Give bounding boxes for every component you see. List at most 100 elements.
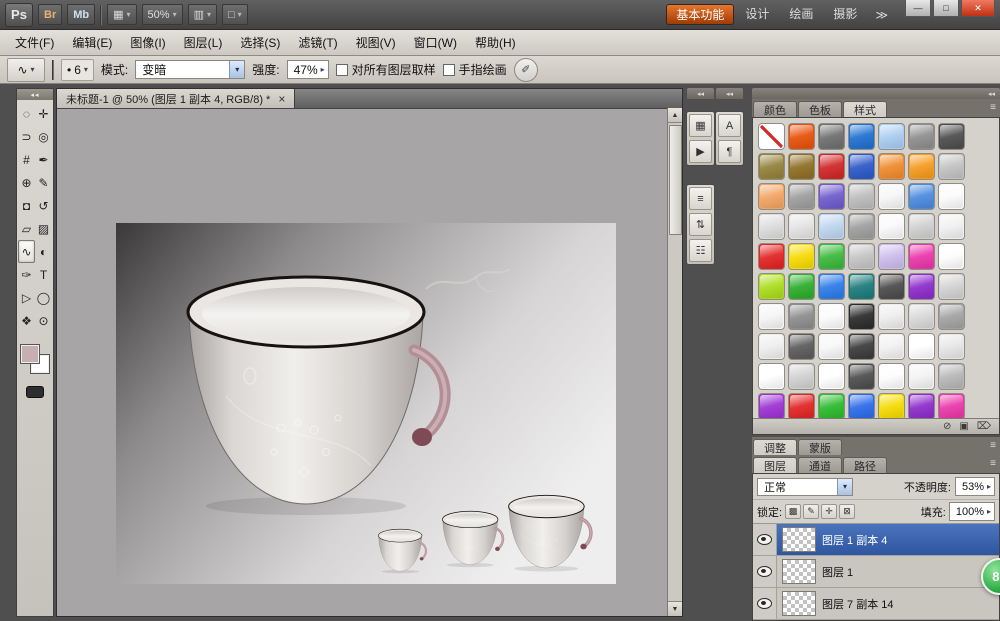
- gradient-tool[interactable]: ▨: [35, 217, 52, 240]
- style-swatch[interactable]: [818, 183, 845, 210]
- style-swatch[interactable]: [848, 243, 875, 270]
- style-swatch[interactable]: [878, 213, 905, 240]
- restore-button[interactable]: □: [933, 0, 959, 17]
- canvas-area[interactable]: [57, 108, 667, 616]
- style-swatch[interactable]: [818, 303, 845, 330]
- style-swatch[interactable]: [788, 243, 815, 270]
- panel-menu-icon[interactable]: ≡: [990, 440, 996, 451]
- menu-item[interactable]: 窗口(W): [405, 30, 466, 55]
- arrange-documents-button[interactable]: ▥ ▾: [188, 4, 217, 25]
- dock-collapse-icon[interactable]: ◂◂: [716, 88, 743, 99]
- style-swatch[interactable]: [788, 123, 815, 150]
- style-swatch[interactable]: [938, 183, 965, 210]
- strength-input[interactable]: 47% ▸: [287, 60, 329, 79]
- layer-row-main[interactable]: 图层 1 副本 4: [777, 524, 999, 555]
- menu-item[interactable]: 选择(S): [231, 30, 289, 55]
- panel-tab[interactable]: 颜色: [753, 101, 797, 117]
- style-swatch[interactable]: [938, 213, 965, 240]
- foreground-color-swatch[interactable]: [20, 344, 40, 364]
- style-swatch[interactable]: [848, 213, 875, 240]
- layer-row[interactable]: 图层 7 副本 14: [753, 588, 999, 620]
- style-swatch[interactable]: [848, 183, 875, 210]
- history-brush-tool[interactable]: ↺: [35, 194, 52, 217]
- minibridge-button[interactable]: Mb: [67, 4, 95, 25]
- style-swatch[interactable]: [818, 273, 845, 300]
- document-tab[interactable]: 未标题-1 @ 50% (图层 1 副本 4, RGB/8) * ×: [57, 89, 295, 108]
- ellipse-tool[interactable]: ◯: [35, 286, 52, 309]
- layer-visibility-toggle[interactable]: [753, 524, 777, 555]
- style-swatch[interactable]: [758, 303, 785, 330]
- lock-image-icon[interactable]: ✎: [803, 504, 819, 519]
- style-swatch[interactable]: [848, 333, 875, 360]
- layer-row-main[interactable]: 图层 7 副本 14: [777, 588, 999, 619]
- brush-tool[interactable]: ✎: [35, 171, 52, 194]
- style-swatch[interactable]: [758, 393, 785, 420]
- style-swatch[interactable]: [938, 243, 965, 270]
- scroll-up-icon[interactable]: ▲: [668, 108, 683, 123]
- panel-tab[interactable]: 图层: [753, 457, 797, 473]
- style-swatch[interactable]: [818, 153, 845, 180]
- menu-item[interactable]: 视图(V): [347, 30, 405, 55]
- dodge-tool[interactable]: ◐: [35, 240, 52, 263]
- panel-menu-icon[interactable]: ≡: [990, 458, 996, 469]
- layer-row[interactable]: 图层 1 副本 4: [753, 524, 999, 556]
- zoom-level-button[interactable]: 50% ▾: [142, 4, 183, 25]
- layer-thumbnail[interactable]: [782, 527, 816, 552]
- style-swatch[interactable]: [848, 273, 875, 300]
- elliptical-marquee-tool[interactable]: ◌: [18, 102, 35, 125]
- style-swatch[interactable]: [848, 363, 875, 390]
- style-swatch[interactable]: [908, 393, 935, 420]
- style-swatch[interactable]: [878, 273, 905, 300]
- style-swatch[interactable]: [758, 363, 785, 390]
- style-swatch[interactable]: [758, 333, 785, 360]
- type-tool[interactable]: T: [35, 263, 52, 286]
- lasso-tool[interactable]: ⊃: [18, 125, 35, 148]
- menu-item[interactable]: 文件(F): [6, 30, 63, 55]
- clear-style-button[interactable]: ⊘: [943, 422, 951, 432]
- style-swatch[interactable]: [818, 123, 845, 150]
- style-swatch[interactable]: [758, 153, 785, 180]
- eyedropper-tool[interactable]: ✒: [35, 148, 52, 171]
- new-style-button[interactable]: ▣: [959, 422, 968, 432]
- layer-thumbnail[interactable]: [782, 559, 816, 584]
- blend-mode-dropdown[interactable]: 正常 ▾: [757, 478, 853, 496]
- style-swatch[interactable]: [848, 153, 875, 180]
- vertical-scrollbar[interactable]: ▲ ▼: [667, 108, 682, 616]
- style-swatch[interactable]: [818, 243, 845, 270]
- zoom-tool[interactable]: ⊙: [35, 309, 52, 332]
- style-swatch[interactable]: [908, 363, 935, 390]
- style-swatch[interactable]: [758, 183, 785, 210]
- style-swatch[interactable]: [848, 393, 875, 420]
- layer-visibility-toggle[interactable]: [753, 556, 777, 587]
- style-swatch[interactable]: [758, 213, 785, 240]
- clone-stamp-tool[interactable]: ◘: [18, 194, 35, 217]
- delete-style-button[interactable]: ⌦: [977, 422, 991, 432]
- dock-collapse-icon[interactable]: ◂◂: [687, 88, 714, 99]
- mode-dropdown[interactable]: 变暗 ▾: [135, 60, 245, 79]
- style-swatch[interactable]: [758, 123, 785, 150]
- style-swatch[interactable]: [878, 183, 905, 210]
- opacity-input[interactable]: 53% ▸: [955, 477, 995, 496]
- panel-icon-arrows[interactable]: ⇅: [689, 213, 712, 236]
- tools-collapse-icon[interactable]: ◂◂: [17, 89, 53, 100]
- style-swatch[interactable]: [878, 123, 905, 150]
- sample-all-layers-checkbox[interactable]: [336, 64, 348, 76]
- layer-thumbnail[interactable]: [782, 591, 816, 616]
- style-swatch[interactable]: [788, 333, 815, 360]
- workspace-button[interactable]: 绘画: [780, 4, 822, 23]
- paragraph-panel-icon[interactable]: ¶: [718, 140, 741, 163]
- style-swatch[interactable]: [908, 123, 935, 150]
- more-workspaces-button[interactable]: ≫: [871, 5, 892, 24]
- style-swatch[interactable]: [908, 183, 935, 210]
- panel-icon-grid[interactable]: ☷: [689, 239, 712, 262]
- actions-panel-icon[interactable]: ▶: [689, 140, 712, 163]
- brush-preset-picker[interactable]: • 6 ▾: [61, 59, 94, 81]
- minimize-button[interactable]: —: [905, 0, 931, 17]
- style-swatch[interactable]: [938, 363, 965, 390]
- pen-tool[interactable]: ✑: [18, 263, 35, 286]
- bridge-button[interactable]: Br: [38, 4, 62, 25]
- tool-preset-picker[interactable]: ∿ ▾: [7, 58, 45, 82]
- style-swatch[interactable]: [938, 153, 965, 180]
- style-swatch[interactable]: [938, 303, 965, 330]
- panel-tab[interactable]: 蒙版: [798, 439, 842, 455]
